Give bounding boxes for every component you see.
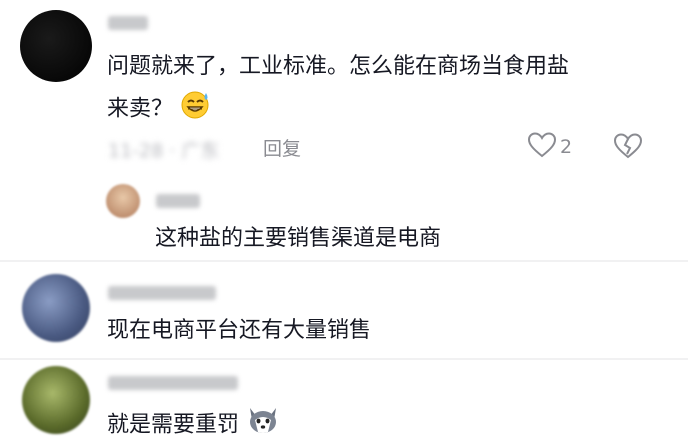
avatar[interactable] bbox=[22, 366, 90, 434]
comment-text: 问题就来了，工业标准。怎么能在商场当食用盐 bbox=[107, 50, 569, 84]
reply-button[interactable]: 回复 bbox=[263, 134, 301, 161]
username[interactable] bbox=[108, 16, 148, 30]
like-count: 2 bbox=[560, 136, 573, 158]
comment-item: 现在电商平台还有大量销售 bbox=[0, 262, 688, 358]
avatar[interactable] bbox=[22, 274, 90, 342]
timestamp-location: 11-28 · 广东 bbox=[108, 140, 220, 162]
comment-text-continued: 来卖？ bbox=[107, 88, 212, 131]
comment-text: 现在电商平台还有大量销售 bbox=[107, 318, 372, 343]
comment-item: 问题就来了，工业标准。怎么能在商场当食用盐 来卖？ 11-28 · 广东 回复 … bbox=[0, 0, 688, 260]
avatar[interactable] bbox=[20, 10, 92, 82]
comment-text-line2: 来卖？ bbox=[107, 96, 174, 122]
broken-heart-icon bbox=[613, 133, 643, 163]
comment-text: 就是需要重罚 bbox=[107, 404, 280, 447]
reply-username[interactable] bbox=[156, 194, 200, 208]
like-button[interactable]: 2 bbox=[527, 132, 573, 162]
dislike-button[interactable] bbox=[613, 133, 643, 163]
reply-item: 这种盐的主要销售渠道是电商 bbox=[0, 178, 688, 258]
comment-text-content: 就是需要重罚 bbox=[107, 412, 240, 438]
reply-text: 这种盐的主要销售渠道是电商 bbox=[155, 226, 442, 251]
comment-item: 就是需要重罚 bbox=[0, 360, 688, 445]
grinning-sweat-emoji bbox=[180, 88, 212, 131]
reply-avatar[interactable] bbox=[106, 184, 140, 218]
username[interactable] bbox=[108, 286, 216, 300]
heart-icon bbox=[527, 132, 557, 162]
comment-text-line1: 问题就来了，工业标准。怎么能在商场当食用盐 bbox=[107, 54, 570, 79]
husky-emoji bbox=[246, 404, 280, 447]
username[interactable] bbox=[108, 376, 238, 390]
